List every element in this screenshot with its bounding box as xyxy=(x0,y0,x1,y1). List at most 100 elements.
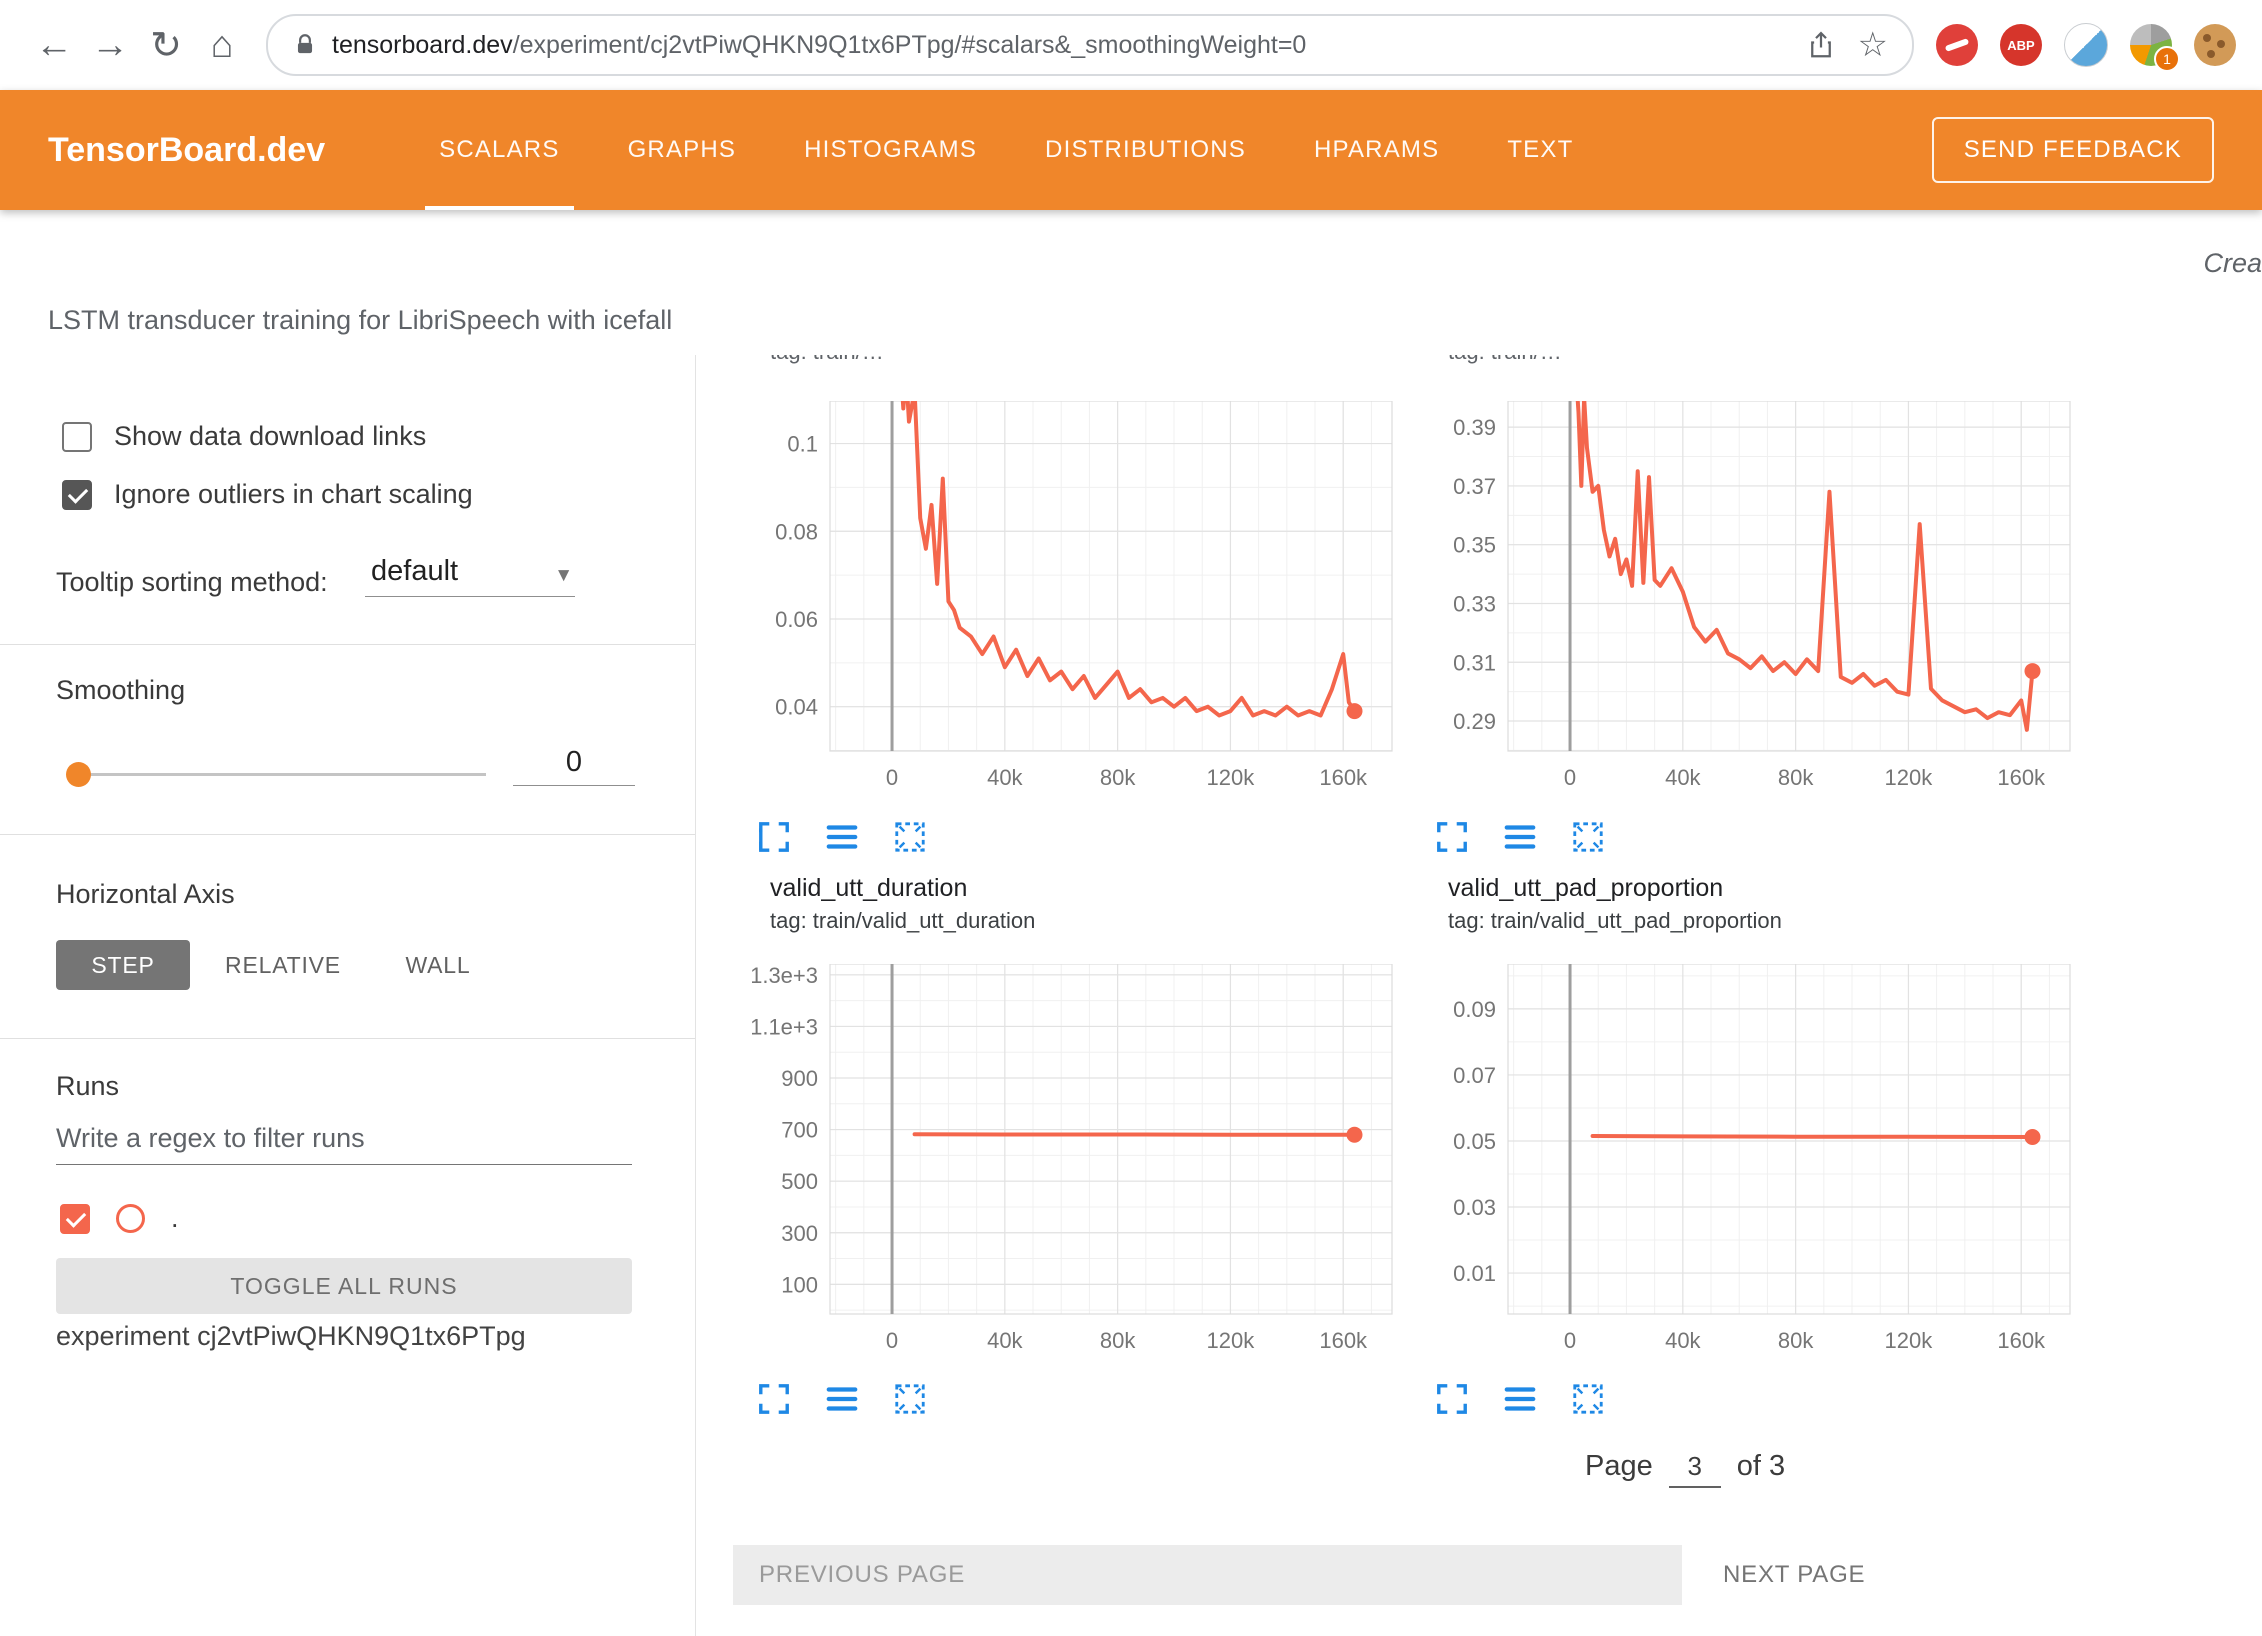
tooltip-sorting-dropdown[interactable]: default ▼ xyxy=(365,555,575,597)
smoothing-slider-knob[interactable] xyxy=(66,762,91,787)
address-bar[interactable]: tensorboard.dev/experiment/cj2vtPiwQHKN9… xyxy=(266,14,1914,76)
send-feedback-button[interactable]: SEND FEEDBACK xyxy=(1932,117,2214,183)
expand-chart-icon[interactable] xyxy=(752,801,796,841)
tab-bar: SCALARS GRAPHS HISTOGRAMS DISTRIBUTIONS … xyxy=(405,90,1607,210)
axis-wall-button[interactable]: WALL xyxy=(382,940,494,990)
smoothing-slider-track[interactable] xyxy=(78,773,486,776)
toggle-log-axis-icon[interactable] xyxy=(820,801,864,841)
share-icon[interactable] xyxy=(1806,30,1836,60)
cookie-extension-icon[interactable] xyxy=(2194,24,2236,66)
ignore-outliers-row[interactable]: Ignore outliers in chart scaling xyxy=(62,479,473,510)
home-icon[interactable]: ⌂ xyxy=(194,17,250,73)
runs-filter-input[interactable] xyxy=(56,1123,632,1165)
subheader: Crea LSTM transducer training for LibriS… xyxy=(0,210,2262,355)
toggle-log-axis-icon[interactable] xyxy=(1498,801,1542,841)
bookmark-star-icon[interactable]: ☆ xyxy=(1858,28,1888,62)
svg-text:100: 100 xyxy=(781,1272,818,1297)
ignore-outliers-label: Ignore outliers in chart scaling xyxy=(114,479,473,510)
divider xyxy=(0,644,695,645)
reload-icon[interactable]: ↻ xyxy=(138,17,194,73)
tensorboard-logo[interactable]: TensorBoard.dev xyxy=(48,131,325,170)
fit-domain-icon[interactable] xyxy=(888,801,932,841)
svg-text:700: 700 xyxy=(781,1118,818,1143)
svg-text:0.29: 0.29 xyxy=(1453,709,1496,734)
expand-chart-icon[interactable] xyxy=(752,1364,796,1404)
axis-step-button[interactable]: STEP xyxy=(56,940,190,990)
expand-chart-icon[interactable] xyxy=(1430,801,1474,841)
toggle-all-runs-button[interactable]: TOGGLE ALL RUNS xyxy=(56,1258,632,1314)
fit-domain-icon[interactable] xyxy=(1566,801,1610,841)
scalar-chart-plot[interactable]: 040k80k120k160k1003005007009001.1e+31.3e… xyxy=(752,964,1402,1358)
run-color-ring-icon xyxy=(116,1204,145,1233)
divider xyxy=(0,1038,695,1039)
show-download-links-row[interactable]: Show data download links xyxy=(62,421,426,452)
run-name: . xyxy=(171,1203,179,1234)
svg-text:0: 0 xyxy=(1564,765,1576,790)
chart-actions xyxy=(752,1364,1402,1404)
svg-text:0.35: 0.35 xyxy=(1453,533,1496,558)
next-page-button[interactable]: NEXT PAGE xyxy=(1717,1545,1871,1605)
tab-scalars[interactable]: SCALARS xyxy=(405,90,593,210)
svg-text:1.1e+3: 1.1e+3 xyxy=(752,1014,818,1039)
chart-actions xyxy=(1430,801,2080,841)
svg-text:40k: 40k xyxy=(987,765,1023,790)
chevron-down-icon: ▼ xyxy=(554,565,573,587)
tab-graphs[interactable]: GRAPHS xyxy=(594,90,771,210)
svg-text:900: 900 xyxy=(781,1066,818,1091)
scalar-chart-plot[interactable]: 040k80k120k160k0.040.060.080.1 xyxy=(752,401,1402,795)
tensorboard-header: TensorBoard.dev SCALARS GRAPHS HISTOGRAM… xyxy=(0,90,2262,210)
chart-card: valid_utt_duration tag: train/valid_utt_… xyxy=(752,855,1402,1404)
blue-extension-icon[interactable] xyxy=(2064,23,2108,67)
created-text-fragment: Crea xyxy=(2203,248,2262,279)
page-of-label: of 3 xyxy=(1737,1450,1785,1483)
svg-text:0.08: 0.08 xyxy=(775,519,818,544)
svg-text:0.09: 0.09 xyxy=(1453,997,1496,1022)
chart-title: valid_utt_pad_proportion xyxy=(1448,873,2080,903)
svg-text:80k: 80k xyxy=(1100,1328,1136,1353)
screen: ← → ↻ ⌂ tensorboard.dev/experiment/cj2vt… xyxy=(0,0,2262,1636)
svg-text:0.01: 0.01 xyxy=(1453,1261,1496,1286)
toggle-log-axis-icon[interactable] xyxy=(1498,1364,1542,1404)
previous-page-button[interactable]: PREVIOUS PAGE xyxy=(733,1545,1682,1605)
svg-text:40k: 40k xyxy=(1665,765,1701,790)
forward-icon[interactable]: → xyxy=(82,17,138,73)
toggle-log-axis-icon[interactable] xyxy=(820,1364,864,1404)
tab-hparams[interactable]: HPARAMS xyxy=(1280,90,1473,210)
back-icon[interactable]: ← xyxy=(26,17,82,73)
svg-text:0.07: 0.07 xyxy=(1453,1063,1496,1088)
extension-icons: ABP 1 xyxy=(1936,23,2236,67)
run-checkbox[interactable] xyxy=(60,1204,90,1234)
show-download-links-checkbox[interactable] xyxy=(62,422,92,452)
show-download-links-label: Show data download links xyxy=(114,421,426,452)
chart-card: tag: train/… 040k80k120k160k0.040.060.08… xyxy=(752,355,1402,841)
svg-text:120k: 120k xyxy=(1207,1328,1256,1353)
adblock-extension-icon[interactable] xyxy=(1936,24,1978,66)
ignore-outliers-checkbox[interactable] xyxy=(62,480,92,510)
charts-area: tag: train/… 040k80k120k160k0.040.060.08… xyxy=(696,355,2262,1636)
horizontal-axis-label: Horizontal Axis xyxy=(56,879,235,910)
tab-distributions[interactable]: DISTRIBUTIONS xyxy=(1011,90,1280,210)
svg-text:0.03: 0.03 xyxy=(1453,1195,1496,1220)
svg-text:120k: 120k xyxy=(1885,1328,1934,1353)
pie-extension-icon[interactable]: 1 xyxy=(2130,24,2172,66)
runs-label: Runs xyxy=(56,1071,119,1102)
svg-text:80k: 80k xyxy=(1778,1328,1814,1353)
fit-domain-icon[interactable] xyxy=(888,1364,932,1404)
expand-chart-icon[interactable] xyxy=(1430,1364,1474,1404)
svg-text:120k: 120k xyxy=(1207,765,1256,790)
axis-relative-button[interactable]: RELATIVE xyxy=(210,940,356,990)
page-number-input[interactable] xyxy=(1669,1450,1721,1488)
clipped-chart-tag: tag: train/… xyxy=(770,355,1402,369)
fit-domain-icon[interactable] xyxy=(1566,1364,1610,1404)
smoothing-label: Smoothing xyxy=(56,675,185,706)
svg-text:160k: 160k xyxy=(1319,765,1368,790)
scalar-chart-plot[interactable]: 040k80k120k160k0.290.310.330.350.370.39 xyxy=(1430,401,2080,795)
abp-extension-icon[interactable]: ABP xyxy=(2000,24,2042,66)
tab-histograms[interactable]: HISTOGRAMS xyxy=(770,90,1011,210)
smoothing-value-input[interactable] xyxy=(513,745,635,786)
run-row[interactable]: . xyxy=(60,1203,179,1234)
tab-text[interactable]: TEXT xyxy=(1473,90,1607,210)
scalar-chart-plot[interactable]: 040k80k120k160k0.010.030.050.070.09 xyxy=(1430,964,2080,1358)
svg-text:80k: 80k xyxy=(1100,765,1136,790)
lock-icon xyxy=(292,32,318,58)
